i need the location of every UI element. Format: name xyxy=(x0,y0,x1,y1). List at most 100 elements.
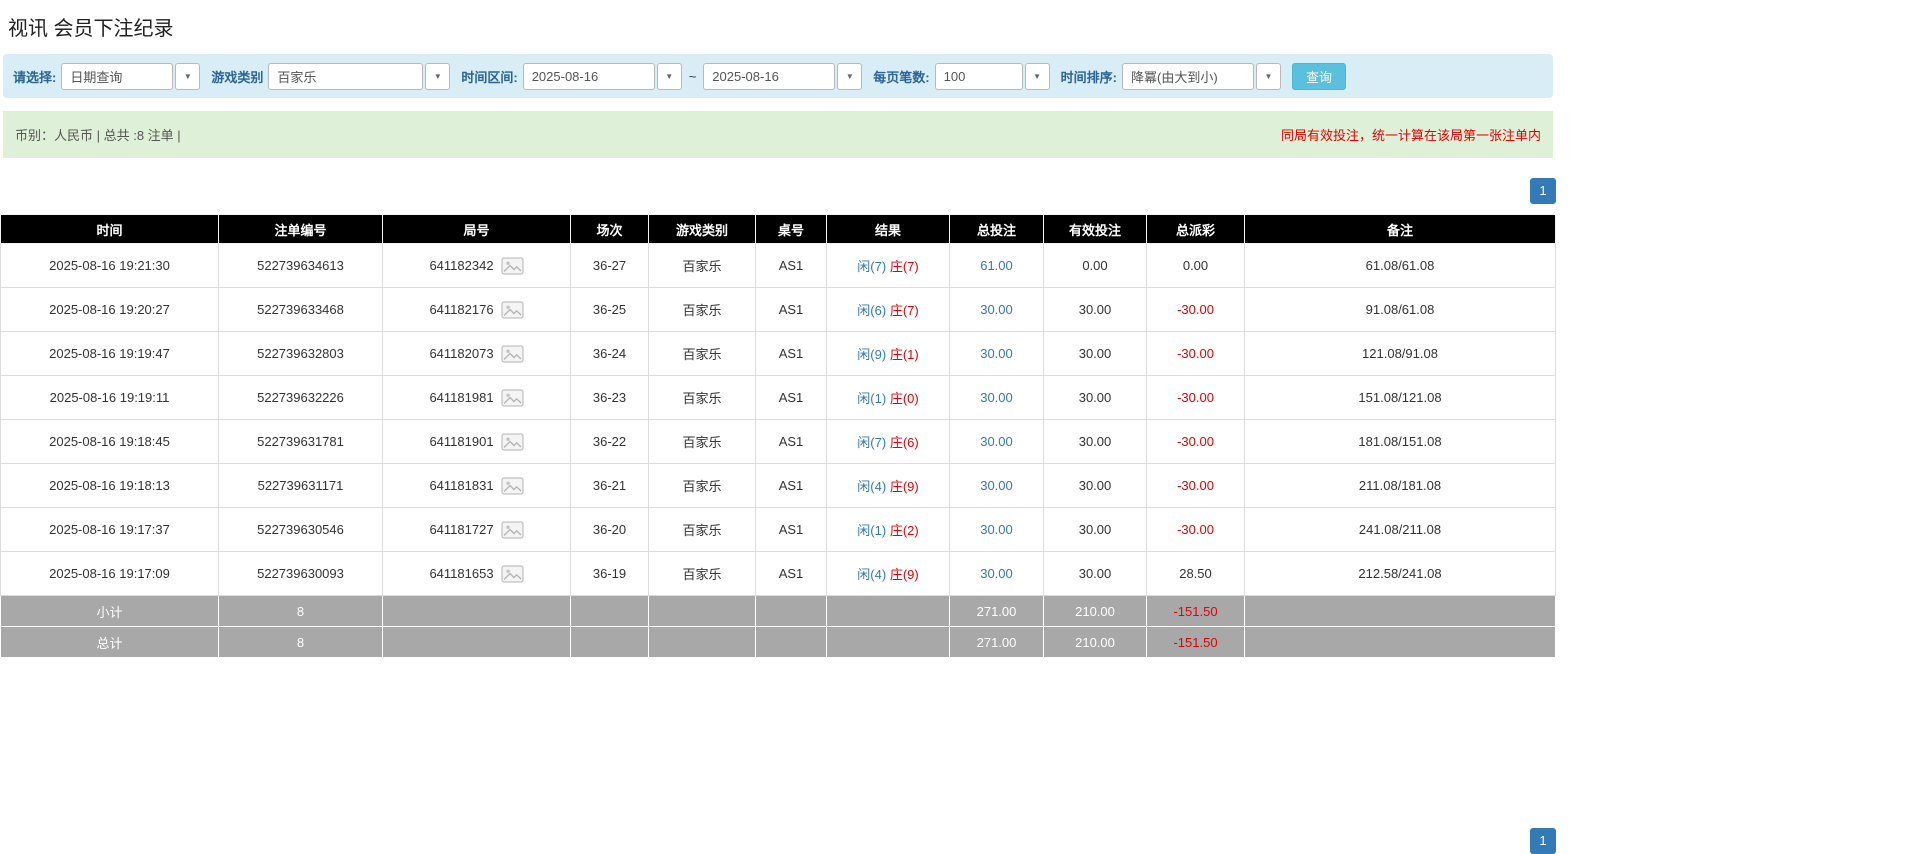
total-bet-link[interactable]: 30.00 xyxy=(980,434,1013,449)
total-bet-link[interactable]: 30.00 xyxy=(980,478,1013,493)
query-type-input[interactable] xyxy=(61,63,173,90)
cell-remark: 212.58/241.08 xyxy=(1245,552,1556,596)
round-id: 641181981 xyxy=(429,390,493,405)
round-replay-button[interactable] xyxy=(501,521,524,539)
cell-total-bet: 30.00 xyxy=(950,464,1044,508)
cell-valid-bet: 30.00 xyxy=(1044,552,1147,596)
chevron-down-icon: ▼ xyxy=(184,72,192,81)
cell-game-type: 百家乐 xyxy=(649,552,756,596)
total-label: 总计 xyxy=(1,627,219,658)
empty-cell xyxy=(571,627,649,658)
empty-cell xyxy=(756,596,827,627)
chevron-down-icon: ▼ xyxy=(1265,72,1273,81)
header-game-type: 游戏类别 xyxy=(649,215,756,244)
time-sort-dropdown-button[interactable]: ▼ xyxy=(1256,63,1281,90)
cell-time: 2025-08-16 19:18:45 xyxy=(1,420,219,464)
subtotal-valid-bet: 210.00 xyxy=(1044,596,1147,627)
table-row: 2025-08-16 19:18:13 522739631171 6411818… xyxy=(1,464,1556,508)
chevron-down-icon: ▼ xyxy=(434,72,442,81)
time-sort-input[interactable] xyxy=(1122,63,1254,90)
cell-valid-bet: 30.00 xyxy=(1044,332,1147,376)
video-replay-icon xyxy=(501,433,524,451)
page-button-1[interactable]: 1 xyxy=(1530,178,1556,204)
cell-total-bet: 61.00 xyxy=(950,244,1044,288)
total-count: 8 xyxy=(219,627,383,658)
video-replay-icon xyxy=(501,477,524,495)
cell-result: 闲(9) 庄(1) xyxy=(827,332,950,376)
cell-session: 36-20 xyxy=(571,508,649,552)
cell-game-type: 百家乐 xyxy=(649,508,756,552)
empty-cell xyxy=(649,596,756,627)
query-type-dropdown-button[interactable]: ▼ xyxy=(175,63,200,90)
page-size-input[interactable] xyxy=(935,63,1023,90)
summary-bar: 币别：人民币 | 总共 :8 注单 | 同局有效投注，统一计算在该局第一张注单内 xyxy=(3,111,1553,158)
cell-bet-id: 522739632803 xyxy=(219,332,383,376)
empty-cell xyxy=(383,596,571,627)
result-player: 闲(6) xyxy=(857,303,886,318)
game-type-dropdown-button[interactable]: ▼ xyxy=(425,63,450,90)
cell-valid-bet: 30.00 xyxy=(1044,420,1147,464)
date-to-dropdown-button[interactable]: ▼ xyxy=(837,63,862,90)
cell-game-type: 百家乐 xyxy=(649,244,756,288)
cell-time: 2025-08-16 19:17:09 xyxy=(1,552,219,596)
cell-result: 闲(4) 庄(9) xyxy=(827,464,950,508)
header-valid-bet: 有效投注 xyxy=(1044,215,1147,244)
cell-payout: -30.00 xyxy=(1147,288,1245,332)
cell-total-bet: 30.00 xyxy=(950,420,1044,464)
total-payout: -151.50 xyxy=(1147,627,1245,658)
round-replay-button[interactable] xyxy=(501,565,524,583)
total-bet-link[interactable]: 30.00 xyxy=(980,522,1013,537)
page-size-dropdown-button[interactable]: ▼ xyxy=(1025,63,1050,90)
cell-time: 2025-08-16 19:19:47 xyxy=(1,332,219,376)
total-row: 总计 8 271.00 210.00 -151.50 xyxy=(1,627,1556,658)
round-replay-button[interactable] xyxy=(501,301,524,319)
cell-total-bet: 30.00 xyxy=(950,332,1044,376)
chevron-down-icon: ▼ xyxy=(846,72,854,81)
total-bet-link[interactable]: 30.00 xyxy=(980,566,1013,581)
video-replay-icon xyxy=(501,345,524,363)
date-from-input[interactable] xyxy=(523,63,655,90)
round-id: 641181901 xyxy=(429,434,493,449)
cell-result: 闲(1) 庄(0) xyxy=(827,376,950,420)
cell-table-no: AS1 xyxy=(756,288,827,332)
cell-bet-id: 522739631171 xyxy=(219,464,383,508)
header-total-bet: 总投注 xyxy=(950,215,1044,244)
round-replay-button[interactable] xyxy=(501,389,524,407)
cell-total-bet: 30.00 xyxy=(950,376,1044,420)
round-replay-button[interactable] xyxy=(501,257,524,275)
total-bet-link[interactable]: 30.00 xyxy=(980,346,1013,361)
cell-payout: -30.00 xyxy=(1147,508,1245,552)
cell-table-no: AS1 xyxy=(756,420,827,464)
empty-cell xyxy=(571,596,649,627)
game-type-label: 游戏类别 xyxy=(211,67,263,86)
cell-result: 闲(6) 庄(7) xyxy=(827,288,950,332)
result-banker: 庄(9) xyxy=(890,567,919,582)
game-type-combobox: ▼ xyxy=(268,63,450,90)
total-bet-link[interactable]: 30.00 xyxy=(980,390,1013,405)
page-button-1-bottom[interactable]: 1 xyxy=(1530,828,1556,854)
query-type-combobox: ▼ xyxy=(61,63,200,90)
date-from-dropdown-button[interactable]: ▼ xyxy=(657,63,682,90)
header-result: 结果 xyxy=(827,215,950,244)
cell-total-bet: 30.00 xyxy=(950,552,1044,596)
date-to-input[interactable] xyxy=(703,63,835,90)
pagination-bottom: 1 xyxy=(0,828,1556,854)
cell-game-type: 百家乐 xyxy=(649,288,756,332)
result-player: 闲(1) xyxy=(857,391,886,406)
total-bet-link[interactable]: 30.00 xyxy=(980,302,1013,317)
result-player: 闲(4) xyxy=(857,567,886,582)
round-replay-button[interactable] xyxy=(501,477,524,495)
total-valid-bet: 210.00 xyxy=(1044,627,1147,658)
result-banker: 庄(9) xyxy=(890,479,919,494)
search-button[interactable]: 查询 xyxy=(1292,63,1346,90)
cell-valid-bet: 30.00 xyxy=(1044,464,1147,508)
cell-round: 641181831 xyxy=(383,464,571,508)
game-type-input[interactable] xyxy=(268,63,423,90)
cell-valid-bet: 0.00 xyxy=(1044,244,1147,288)
round-replay-button[interactable] xyxy=(501,433,524,451)
header-payout: 总派彩 xyxy=(1147,215,1245,244)
round-replay-button[interactable] xyxy=(501,345,524,363)
time-sort-label: 时间排序: xyxy=(1061,67,1117,86)
total-bet-link[interactable]: 61.00 xyxy=(980,258,1013,273)
date-range-label: 时间区间: xyxy=(461,67,517,86)
